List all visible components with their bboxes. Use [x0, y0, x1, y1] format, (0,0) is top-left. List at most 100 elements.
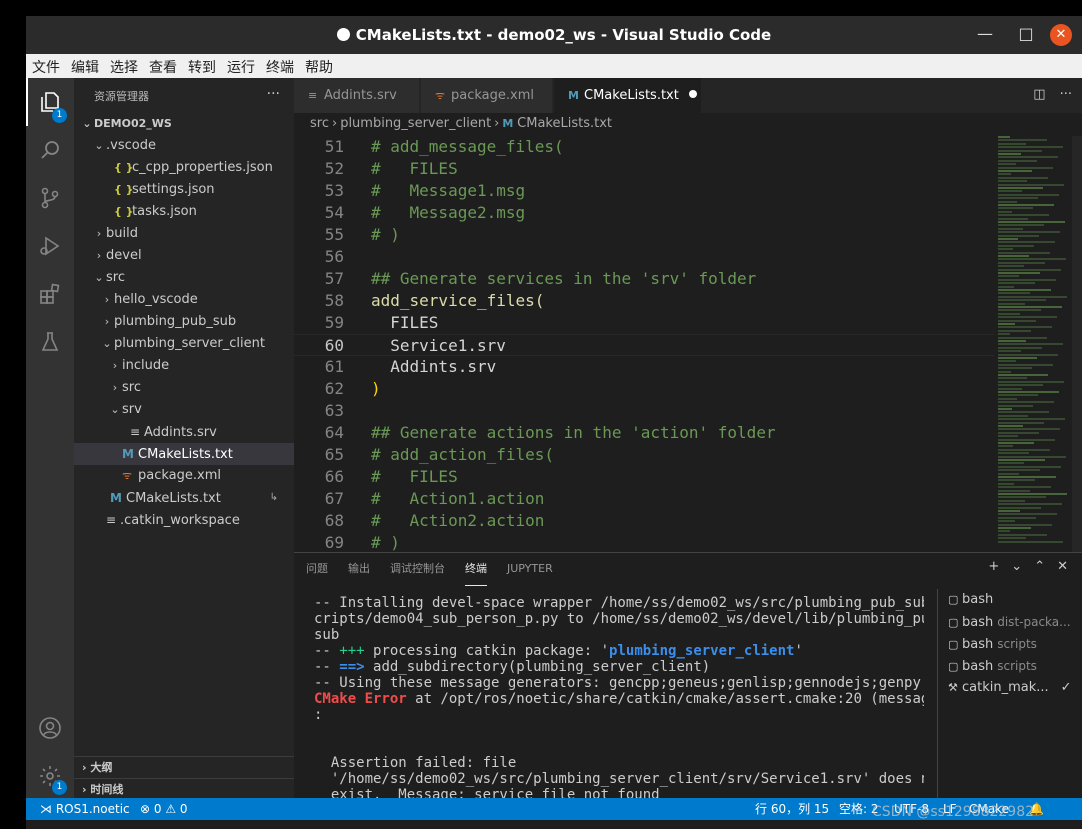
minimap-line — [998, 435, 1018, 438]
minimap-line — [998, 380, 1064, 383]
tab-actions: ◫ ··· — [1019, 87, 1072, 102]
menu-terminal[interactable]: 终端 — [260, 54, 299, 77]
code-line[interactable]: 62) — [294, 378, 994, 400]
code-line[interactable]: 60 Service1.srv — [294, 334, 994, 356]
code-line[interactable]: 61 Addints.srv — [294, 356, 994, 378]
split-editor-icon[interactable]: ◫ — [1033, 87, 1045, 102]
chevron-down-icon[interactable]: ⌄ — [1011, 559, 1022, 574]
outline-section[interactable]: › 大纲 — [74, 756, 294, 778]
tree-item[interactable]: › include — [74, 355, 294, 377]
code-line[interactable]: 51 # add_message_files( — [294, 136, 994, 158]
tree-item[interactable]: ≡ .catkin_workspace — [74, 509, 294, 531]
code-line[interactable]: 55 # ) — [294, 224, 994, 246]
minimap-line — [998, 285, 1014, 288]
menu-help[interactable]: 帮助 — [299, 54, 338, 77]
source-control-icon[interactable] — [38, 186, 62, 210]
code-line[interactable]: 69 # ) — [294, 532, 994, 552]
tab-addints-srv[interactable]: ≡ Addints.srv — [294, 78, 420, 113]
run-debug-icon[interactable] — [38, 234, 62, 258]
terminal-output[interactable]: -- Installing devel-space wrapper /home/… — [314, 595, 924, 799]
terminal-instance[interactable]: ⚒ catkin_mak... ✓ — [938, 677, 1082, 699]
tree-item[interactable]: › plumbing_pub_sub — [74, 311, 294, 333]
code-line[interactable]: 58 add_service_files( — [294, 290, 994, 312]
remote-indicator[interactable]: ⋊ ROS1.noetic — [40, 798, 130, 820]
maximize-panel-icon[interactable]: ⌃ — [1034, 559, 1045, 574]
editor-scrollbar[interactable] — [1072, 136, 1082, 552]
code-line[interactable]: 53 # Message1.msg — [294, 180, 994, 202]
menu-run[interactable]: 运行 — [221, 54, 260, 77]
tree-item[interactable]: ⌄ plumbing_server_client — [74, 333, 294, 355]
search-icon[interactable] — [38, 138, 62, 162]
tree-item[interactable]: { }c_cpp_properties.json — [74, 157, 294, 179]
tree-item[interactable]: › devel — [74, 245, 294, 267]
watermark: CSDN @ss1298822982 — [872, 804, 1035, 820]
tree-item[interactable]: ᯤ package.xml — [74, 465, 294, 487]
unsaved-dot-icon[interactable] — [688, 90, 697, 98]
terminal-name: bash — [962, 659, 994, 674]
tree-item[interactable]: ≡ Addints.srv — [74, 421, 294, 443]
minimize-button[interactable]: — — [974, 24, 996, 46]
panel-tab[interactable]: 输出 — [348, 553, 370, 585]
minimap-line — [998, 384, 1043, 387]
tree-item[interactable]: M CMakeLists.txt ↳ — [74, 487, 294, 509]
testing-flask-icon[interactable] — [38, 330, 62, 354]
terminal-instance[interactable]: ▢ bash dist-packa... — [938, 611, 1082, 633]
workspace-root[interactable]: ⌄ DEMO02_WS — [74, 113, 294, 135]
cursor-position[interactable]: 行 60，列 15 — [755, 798, 829, 820]
tree-item[interactable]: ⌄ .vscode — [74, 135, 294, 157]
tree-item[interactable]: ⌄ src — [74, 267, 294, 289]
maximize-button[interactable]: □ — [1015, 24, 1037, 46]
more-actions-icon[interactable]: ··· — [1060, 87, 1072, 102]
cmake-icon: M — [502, 117, 518, 130]
menu-edit[interactable]: 编辑 — [65, 54, 104, 77]
account-icon[interactable] — [38, 716, 62, 740]
tree-item[interactable]: { }tasks.json — [74, 201, 294, 223]
code-text: # ) — [371, 533, 400, 552]
menu-selection[interactable]: 选择 — [104, 54, 143, 77]
minimap-line — [998, 272, 1040, 274]
panel-tab[interactable]: 终端 — [465, 553, 487, 586]
code-line[interactable]: 56 — [294, 246, 994, 268]
more-actions-button[interactable]: ··· — [267, 86, 280, 102]
menu-view[interactable]: 查看 — [143, 54, 182, 77]
code-line[interactable]: 59 FILES — [294, 312, 994, 334]
code-line[interactable]: 65 # add_action_files( — [294, 444, 994, 466]
tab-cmakelists[interactable]: M CMakeLists.txt — [554, 78, 702, 113]
timeline-section[interactable]: › 时间线 — [74, 778, 294, 800]
code-line[interactable]: 66 # FILES — [294, 466, 994, 488]
panel-tab[interactable]: 调试控制台 — [390, 553, 445, 585]
menu-go[interactable]: 转到 — [182, 54, 221, 77]
minimap[interactable] — [996, 136, 1076, 552]
tree-item[interactable]: M CMakeLists.txt — [74, 443, 294, 465]
terminal-instance[interactable]: ▢ bash scripts — [938, 633, 1082, 655]
code-editor[interactable]: 51 # add_message_files(52 # FILES 53 # Messa… — [294, 136, 994, 552]
code-line[interactable]: 68 # Action2.action — [294, 510, 994, 532]
tree-item[interactable]: › hello_vscode — [74, 289, 294, 311]
code-line[interactable]: 57 ## Generate services in the 'srv' fold… — [294, 268, 994, 290]
code-line[interactable]: 67 # Action1.action — [294, 488, 994, 510]
extensions-icon[interactable] — [38, 282, 62, 306]
terminal-instance[interactable]: ▢ bash scripts — [938, 655, 1082, 677]
close-panel-icon[interactable]: ✕ — [1057, 559, 1068, 574]
tree-item[interactable]: › src — [74, 377, 294, 399]
code-line[interactable]: 63 — [294, 400, 994, 422]
tree-item[interactable]: › build — [74, 223, 294, 245]
tree-item-label: package.xml — [138, 468, 221, 483]
tree-item[interactable]: ⌄ srv — [74, 399, 294, 421]
tab-package-xml[interactable]: ᯤ package.xml — [421, 78, 553, 113]
terminal-instance[interactable]: ▢ bash — [938, 589, 1082, 611]
breadcrumb-package[interactable]: plumbing_server_client — [340, 116, 491, 131]
new-terminal-icon[interactable]: + — [988, 559, 999, 574]
tree-item[interactable]: { }settings.json — [74, 179, 294, 201]
problems-indicator[interactable]: ⊗ 0 ⚠ 0 — [140, 798, 188, 820]
code-line[interactable]: 64 ## Generate actions in the 'action' fo… — [294, 422, 994, 444]
breadcrumb-src[interactable]: src — [310, 116, 329, 131]
code-line[interactable]: 52 # FILES — [294, 158, 994, 180]
breadcrumb-file[interactable]: CMakeLists.txt — [517, 116, 612, 131]
close-button[interactable]: ✕ — [1050, 24, 1072, 46]
code-line[interactable]: 54 # Message2.msg — [294, 202, 994, 224]
menu-file[interactable]: 文件 — [26, 54, 65, 77]
panel-tab[interactable]: 问题 — [306, 553, 328, 585]
panel-tab[interactable]: JUPYTER — [507, 553, 553, 585]
